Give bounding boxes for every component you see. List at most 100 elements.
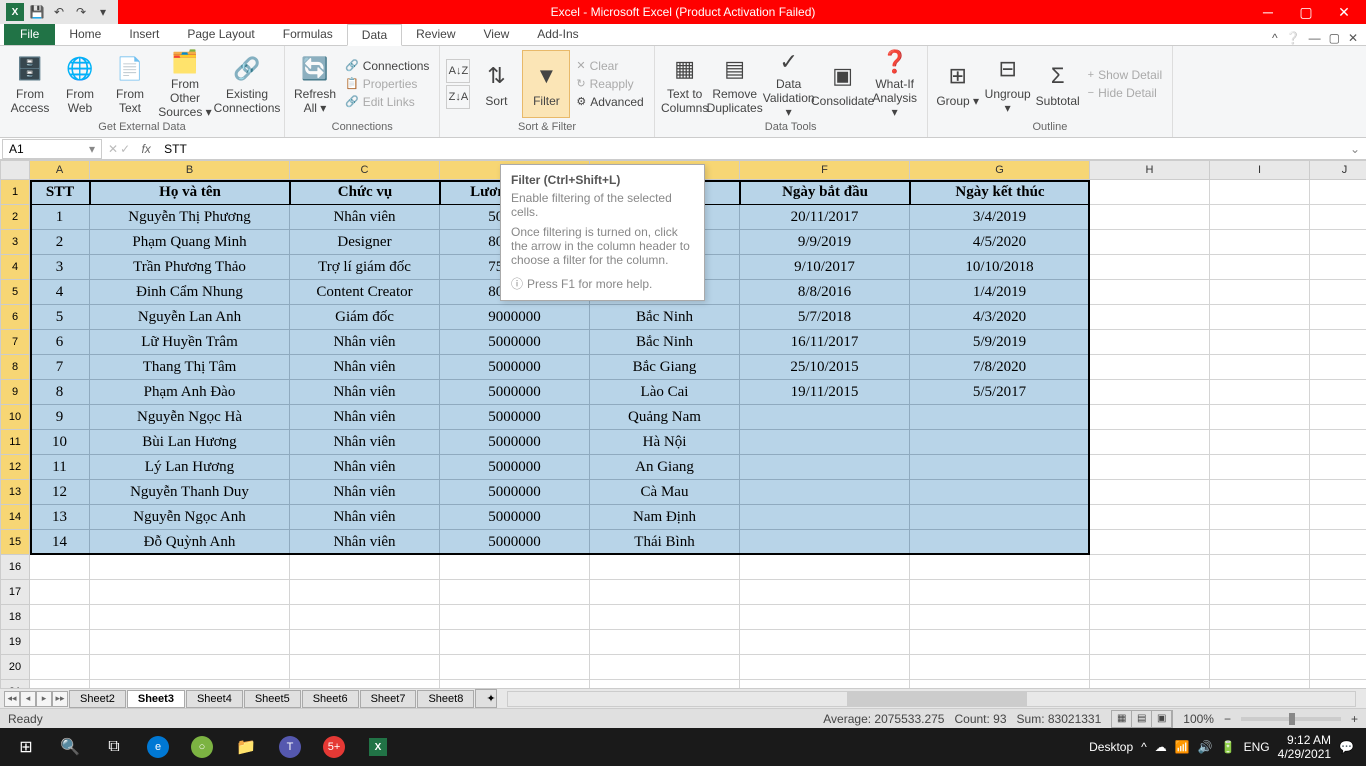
cell[interactable]	[1090, 430, 1210, 455]
cell[interactable]	[1210, 480, 1310, 505]
network-icon[interactable]: 📶	[1175, 740, 1190, 754]
cell[interactable]: 3	[30, 255, 90, 280]
cell[interactable]	[590, 605, 740, 630]
row-header-10[interactable]: 10	[0, 405, 30, 430]
cell[interactable]: Lữ Huyền Trâm	[90, 330, 290, 355]
cell[interactable]	[1210, 380, 1310, 405]
cell[interactable]	[740, 680, 910, 688]
cell[interactable]	[90, 555, 290, 580]
cell[interactable]	[590, 630, 740, 655]
cell[interactable]	[1310, 530, 1366, 555]
sheet-tab-sheet2[interactable]: Sheet2	[69, 690, 126, 708]
cell[interactable]	[1310, 255, 1366, 280]
cell[interactable]: 5000000	[440, 380, 590, 405]
cell[interactable]	[1090, 180, 1210, 205]
cell[interactable]: 1/4/2019	[910, 280, 1090, 305]
task-view-button[interactable]: ⧉	[92, 728, 136, 766]
cell[interactable]	[440, 655, 590, 680]
row-header-19[interactable]: 19	[0, 630, 30, 655]
cell[interactable]	[590, 555, 740, 580]
col-header-B[interactable]: B	[90, 160, 290, 180]
cell[interactable]	[1310, 330, 1366, 355]
row-header-15[interactable]: 15	[0, 530, 30, 555]
cell[interactable]	[30, 555, 90, 580]
cell[interactable]	[740, 480, 910, 505]
cell[interactable]	[290, 555, 440, 580]
cell[interactable]: Bắc Ninh	[590, 330, 740, 355]
cell[interactable]: 5000000	[440, 505, 590, 530]
cell[interactable]: Nhân viên	[290, 455, 440, 480]
cell[interactable]: 25/10/2015	[740, 355, 910, 380]
cell[interactable]	[1090, 655, 1210, 680]
cell[interactable]	[290, 630, 440, 655]
excel-taskbar-icon[interactable]: X	[356, 728, 400, 766]
tab-insert[interactable]: Insert	[115, 23, 173, 45]
from-other-sources-button[interactable]: 🗂️From Other Sources ▾	[156, 50, 214, 118]
new-sheet-button[interactable]: ✦	[475, 689, 497, 708]
cell[interactable]	[740, 605, 910, 630]
cell[interactable]	[910, 430, 1090, 455]
sort-az-button[interactable]: A↓Z	[446, 59, 470, 83]
cell[interactable]	[1310, 580, 1366, 605]
row-header-21[interactable]: 21	[0, 680, 30, 688]
cell[interactable]: Nhân viên	[290, 380, 440, 405]
cell[interactable]: Trợ lí giám đốc	[290, 255, 440, 280]
text-to-columns-button[interactable]: ▦Text to Columns	[661, 50, 709, 118]
select-all-corner[interactable]	[0, 160, 30, 180]
cell[interactable]	[90, 680, 290, 688]
row-header-13[interactable]: 13	[0, 480, 30, 505]
zoom-in[interactable]: +	[1351, 712, 1358, 726]
tab-nav-prev[interactable]: ◂	[20, 691, 36, 707]
cell[interactable]: 20/11/2017	[740, 205, 910, 230]
cell[interactable]: 5000000	[440, 330, 590, 355]
sheet-tab-sheet4[interactable]: Sheet4	[186, 690, 243, 708]
tray-up-icon[interactable]: ^	[1141, 740, 1147, 754]
row-header-20[interactable]: 20	[0, 655, 30, 680]
cell[interactable]	[1310, 355, 1366, 380]
cell[interactable]	[1310, 230, 1366, 255]
start-button[interactable]: ⊞	[4, 728, 48, 766]
cell[interactable]	[290, 580, 440, 605]
cell[interactable]	[1210, 230, 1310, 255]
sort-za-button[interactable]: Z↓A	[446, 85, 470, 109]
cell[interactable]: 11	[30, 455, 90, 480]
cell[interactable]	[740, 405, 910, 430]
cell[interactable]: Nhân viên	[290, 405, 440, 430]
row-header-12[interactable]: 12	[0, 455, 30, 480]
cell[interactable]: Lý Lan Hương	[90, 455, 290, 480]
cell[interactable]	[1310, 405, 1366, 430]
cell[interactable]	[440, 630, 590, 655]
cell[interactable]	[740, 430, 910, 455]
cell[interactable]	[1090, 455, 1210, 480]
cell[interactable]: 10	[30, 430, 90, 455]
cell[interactable]: 8	[30, 380, 90, 405]
reapply-button[interactable]: ↻Reapply	[572, 76, 647, 92]
col-header-H[interactable]: H	[1090, 160, 1210, 180]
onedrive-icon[interactable]: ☁	[1155, 740, 1167, 754]
battery-icon[interactable]: 🔋	[1221, 740, 1236, 754]
cell[interactable]	[1090, 505, 1210, 530]
cell[interactable]	[910, 655, 1090, 680]
cell[interactable]: Bắc Ninh	[590, 305, 740, 330]
view-page-layout[interactable]: ▤	[1132, 711, 1152, 727]
row-header-8[interactable]: 8	[0, 355, 30, 380]
cell[interactable]: Thái Bình	[590, 530, 740, 555]
cell[interactable]	[1210, 505, 1310, 530]
cell[interactable]	[1090, 480, 1210, 505]
cell[interactable]: 5000000	[440, 405, 590, 430]
cell[interactable]	[1210, 430, 1310, 455]
row-header-5[interactable]: 5	[0, 280, 30, 305]
tab-nav-first[interactable]: ◂◂	[4, 691, 20, 707]
cell[interactable]	[1090, 330, 1210, 355]
refresh-all-button[interactable]: 🔄Refresh All ▾	[291, 50, 339, 118]
qat-dropdown-icon[interactable]: ▾	[94, 3, 112, 21]
cell[interactable]	[1310, 505, 1366, 530]
cell[interactable]	[1210, 680, 1310, 688]
cell[interactable]	[910, 405, 1090, 430]
cell[interactable]: 16/11/2017	[740, 330, 910, 355]
cell[interactable]	[1090, 230, 1210, 255]
cell[interactable]: Thang Thị Tâm	[90, 355, 290, 380]
cell[interactable]: Nguyễn Lan Anh	[90, 305, 290, 330]
cell[interactable]: Quảng Nam	[590, 405, 740, 430]
cell[interactable]: 3/4/2019	[910, 205, 1090, 230]
